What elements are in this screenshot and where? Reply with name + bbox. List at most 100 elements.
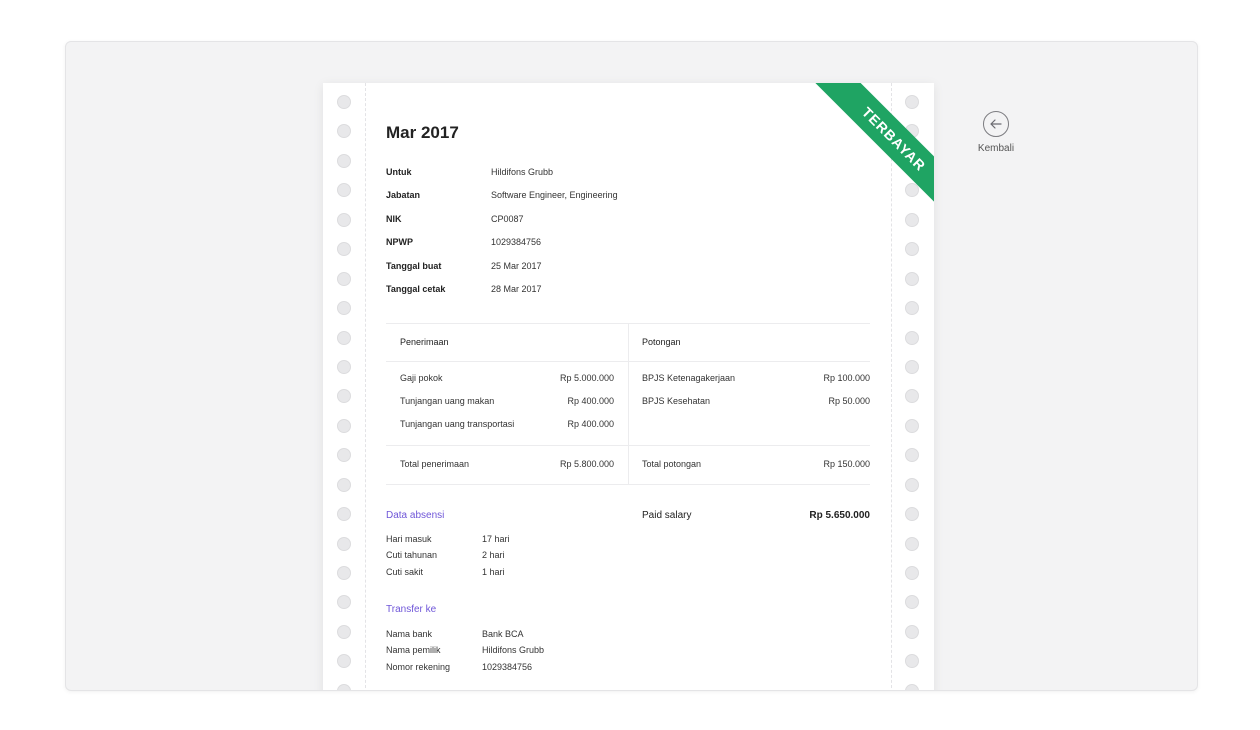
deductions-header: Potongan bbox=[629, 324, 870, 362]
perforation-left bbox=[365, 83, 366, 690]
punch-hole bbox=[337, 624, 351, 639]
punch-hole bbox=[337, 301, 351, 316]
earnings-total-amount: Rp 5.800.000 bbox=[559, 459, 614, 469]
info-row-nik: NIK CP0087 bbox=[386, 214, 618, 237]
info-value: Hildifons Grubb bbox=[491, 167, 554, 177]
earning-item: Tunjangan uang makan Rp 400.000 bbox=[386, 396, 628, 419]
info-row-created-date: Tanggal buat 25 Mar 2017 bbox=[386, 261, 618, 284]
deductions-total-label: Total potongan bbox=[642, 459, 702, 469]
earning-label: Tunjangan uang transportasi bbox=[400, 419, 515, 430]
punch-hole bbox=[905, 477, 919, 492]
status-ribbon-label: TERBAYAR bbox=[815, 83, 934, 213]
punch-hole bbox=[905, 330, 919, 345]
info-label: Tanggal cetak bbox=[386, 283, 446, 294]
punch-hole bbox=[905, 595, 919, 610]
payslip-paper: TERBAYAR Mar 2017 Untuk Hildifons Grubb J… bbox=[323, 83, 934, 690]
info-label: Untuk bbox=[386, 167, 412, 177]
transfer-label: Nama bank bbox=[386, 629, 433, 639]
back-label[interactable]: Kembali bbox=[975, 143, 1017, 154]
status-ribbon: TERBAYAR bbox=[804, 83, 934, 213]
transfer-row: Nama bank Bank BCA bbox=[386, 629, 544, 645]
back-button[interactable]: Kembali bbox=[975, 111, 1017, 154]
punch-hole bbox=[337, 595, 351, 610]
earning-amount: Rp 400.000 bbox=[567, 419, 614, 430]
earnings-column: Penerimaan Gaji pokok Rp 5.000.000 Tunjan… bbox=[386, 324, 629, 484]
paid-salary: Paid salary Rp 5.650.000 bbox=[642, 510, 870, 521]
transfer-label: Nama pemilik bbox=[386, 645, 441, 656]
punch-hole bbox=[337, 330, 351, 345]
info-label: Tanggal buat bbox=[386, 260, 442, 271]
earning-item: Tunjangan uang transportasi Rp 400.000 bbox=[386, 419, 628, 442]
deductions-items: BPJS Ketenagakerjaan Rp 100.000 BPJS Kese… bbox=[629, 362, 870, 446]
punch-hole bbox=[905, 418, 919, 433]
punch-hole bbox=[337, 359, 351, 374]
attendance-label: Cuti sakit bbox=[386, 566, 424, 577]
punch-hole bbox=[905, 624, 919, 639]
info-label: Jabatan bbox=[386, 190, 421, 201]
punch-hole bbox=[337, 153, 351, 168]
earning-amount: Rp 5.000.000 bbox=[559, 373, 614, 383]
punch-hole bbox=[337, 124, 351, 139]
attendance-value: 2 hari bbox=[482, 550, 505, 561]
punch-hole bbox=[905, 448, 919, 463]
info-row-recipient: Untuk Hildifons Grubb bbox=[386, 167, 618, 190]
punch-hole bbox=[337, 536, 351, 551]
punch-hole bbox=[337, 95, 351, 109]
arrow-left-circle-icon[interactable] bbox=[983, 111, 1009, 137]
earning-item: Gaji pokok Rp 5.000.000 bbox=[386, 373, 628, 396]
attendance-value: 17 hari bbox=[482, 534, 510, 544]
punch-hole bbox=[905, 359, 919, 374]
deductions-column: Potongan BPJS Ketenagakerjaan Rp 100.000 … bbox=[629, 324, 870, 484]
info-value: 1029384756 bbox=[491, 237, 542, 248]
info-row-printed-date: Tanggal cetak 28 Mar 2017 bbox=[386, 284, 618, 307]
info-value: CP0087 bbox=[491, 213, 524, 224]
transfer-title: Transfer ke bbox=[386, 604, 437, 615]
employee-info: Untuk Hildifons Grubb Jabatan Software Eng… bbox=[386, 167, 618, 307]
deduction-item: BPJS Kesehatan Rp 50.000 bbox=[629, 396, 870, 419]
punch-hole bbox=[905, 212, 919, 227]
deduction-amount: Rp 100.000 bbox=[823, 373, 870, 383]
punch-hole bbox=[337, 507, 351, 522]
punch-hole bbox=[905, 242, 919, 257]
punch-hole bbox=[905, 566, 919, 580]
earning-label: Tunjangan uang makan bbox=[400, 396, 495, 407]
earnings-total: Total penerimaan Rp 5.800.000 bbox=[386, 446, 628, 483]
transfer-value: 1029384756 bbox=[482, 661, 533, 672]
info-row-position: Jabatan Software Engineer, Engineering bbox=[386, 190, 618, 213]
info-label: NIK bbox=[386, 213, 402, 224]
earnings-header: Penerimaan bbox=[386, 324, 628, 362]
attendance-row: Cuti tahunan 2 hari bbox=[386, 550, 510, 566]
attendance-value: 1 hari bbox=[482, 566, 505, 577]
attendance-row: Hari masuk 17 hari bbox=[386, 534, 510, 550]
punch-hole bbox=[905, 683, 919, 690]
earnings-items: Gaji pokok Rp 5.000.000 Tunjangan uang ma… bbox=[386, 362, 628, 446]
attendance-row: Cuti sakit 1 hari bbox=[386, 567, 510, 583]
deduction-amount: Rp 50.000 bbox=[828, 396, 870, 407]
transfer-label: Nomor rekening bbox=[386, 661, 451, 672]
deductions-total: Total potongan Rp 150.000 bbox=[629, 446, 870, 483]
punch-hole bbox=[337, 389, 351, 404]
punch-hole bbox=[337, 448, 351, 463]
punch-hole bbox=[337, 477, 351, 492]
punch-hole bbox=[905, 271, 919, 286]
viewer-frame: TERBAYAR Mar 2017 Untuk Hildifons Grubb J… bbox=[65, 41, 1198, 691]
transfer-value: Bank BCA bbox=[482, 629, 524, 639]
attendance-list: Hari masuk 17 hari Cuti tahunan 2 hari Cut… bbox=[386, 534, 510, 583]
punch-hole bbox=[905, 301, 919, 316]
punch-holes-left bbox=[337, 95, 351, 690]
punch-hole bbox=[337, 654, 351, 669]
deduction-item: BPJS Ketenagakerjaan Rp 100.000 bbox=[629, 373, 870, 396]
attendance-label: Cuti tahunan bbox=[386, 550, 438, 561]
punch-hole bbox=[337, 212, 351, 227]
pay-table: Penerimaan Gaji pokok Rp 5.000.000 Tunjan… bbox=[386, 323, 870, 485]
deduction-label: BPJS Ketenagakerjaan bbox=[642, 373, 736, 383]
punch-hole bbox=[905, 507, 919, 522]
info-value: 25 Mar 2017 bbox=[491, 260, 542, 271]
punch-hole bbox=[905, 536, 919, 551]
info-value: 28 Mar 2017 bbox=[491, 283, 542, 294]
transfer-value: Hildifons Grubb bbox=[482, 645, 545, 656]
earning-label: Gaji pokok bbox=[400, 373, 443, 383]
attendance-title: Data absensi bbox=[386, 510, 445, 521]
attendance-label: Hari masuk bbox=[386, 534, 432, 544]
transfer-list: Nama bank Bank BCA Nama pemilik Hildifons … bbox=[386, 629, 544, 678]
